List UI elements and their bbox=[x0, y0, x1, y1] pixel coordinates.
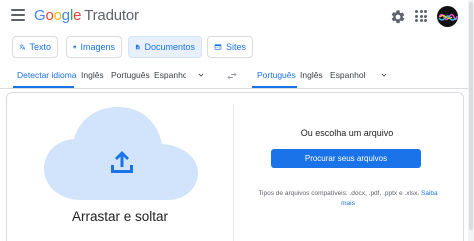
target-lang-portuguese[interactable]: Português bbox=[257, 70, 296, 80]
settings-gear-icon[interactable] bbox=[390, 9, 406, 25]
upload-cloud-icon[interactable] bbox=[44, 107, 198, 200]
mode-text-button[interactable]: Texto bbox=[12, 36, 58, 58]
web-icon bbox=[214, 44, 222, 50]
top-bar: Google Tradutor bbox=[0, 0, 474, 34]
source-lang-detect[interactable]: Detectar idioma bbox=[17, 70, 77, 80]
mode-documents-button[interactable]: Documentos bbox=[128, 36, 202, 58]
browse-files-button[interactable]: Procurar seus arquivos bbox=[271, 149, 421, 168]
target-lang-english[interactable]: Inglês bbox=[300, 70, 323, 80]
main-menu-icon[interactable] bbox=[11, 9, 25, 23]
page-scrollbar-thumb[interactable] bbox=[469, 2, 473, 230]
mode-sites-button[interactable]: Sites bbox=[207, 36, 253, 58]
google-apps-icon[interactable] bbox=[415, 10, 427, 22]
target-more-chevron-down-icon[interactable] bbox=[379, 70, 389, 80]
panel-divider bbox=[233, 104, 234, 241]
translate-icon bbox=[19, 44, 26, 50]
source-more-chevron-down-icon[interactable] bbox=[196, 70, 206, 80]
choose-file-text: Ou escolha um arquivo bbox=[300, 128, 394, 138]
avatar-waveform-icon bbox=[438, 13, 458, 21]
swap-languages-icon[interactable] bbox=[226, 70, 238, 80]
target-lang-spanish[interactable]: Espanhol bbox=[330, 70, 365, 80]
supported-types-text: Tipos de arquivos compatíveis: .docx, .p… bbox=[258, 189, 438, 208]
image-icon bbox=[73, 45, 77, 49]
account-avatar[interactable] bbox=[437, 6, 458, 27]
supported-types-label: Tipos de arquivos compatíveis: .docx, .p… bbox=[258, 190, 420, 197]
mode-images-button[interactable]: Imagens bbox=[66, 36, 122, 58]
mode-images-label: Imagens bbox=[80, 42, 115, 52]
mode-text-label: Texto bbox=[29, 42, 51, 52]
google-translate-logo[interactable]: Google Tradutor bbox=[34, 7, 139, 24]
mode-sites-label: Sites bbox=[225, 42, 246, 52]
source-lang-portuguese[interactable]: Português bbox=[111, 70, 150, 80]
drag-drop-text: Arrastar e soltar bbox=[71, 209, 169, 224]
source-lang-english[interactable]: Inglês bbox=[81, 70, 104, 80]
language-bar: Detectar idioma Inglês Português Espanho… bbox=[0, 64, 474, 88]
mode-documents-label: Documentos bbox=[144, 42, 195, 52]
product-name: Tradutor bbox=[84, 7, 139, 24]
source-lang-spanish[interactable]: Espanhol bbox=[154, 70, 186, 80]
header-divider bbox=[0, 88, 474, 89]
document-icon bbox=[135, 44, 140, 50]
